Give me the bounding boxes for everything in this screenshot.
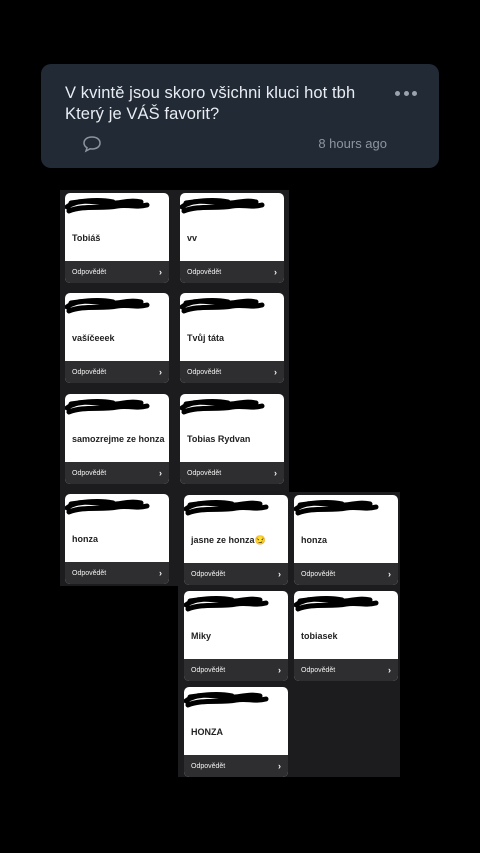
comment-bubble-icon[interactable] [82, 135, 102, 153]
chevron-right-icon: › [278, 760, 281, 771]
reply-label: Odpovědět [72, 569, 107, 577]
answer-text: honza [301, 535, 327, 545]
redacted-scribble [65, 398, 150, 415]
reply-button[interactable]: Odpovědět › [180, 261, 284, 283]
reply-button[interactable]: Odpovědět › [180, 462, 284, 484]
reply-button[interactable]: Odpovědět › [65, 462, 169, 484]
reply-label: Odpovědět [301, 570, 336, 578]
reply-label: Odpovědět [191, 570, 226, 578]
chevron-right-icon: › [159, 266, 162, 277]
answer-card[interactable]: Tobiáš Odpovědět › [65, 193, 169, 283]
chevron-right-icon: › [274, 266, 277, 277]
reply-button[interactable]: Odpovědět › [65, 261, 169, 283]
answer-card[interactable]: Tobias Rydvan Odpovědět › [180, 394, 284, 484]
answer-card[interactable]: vašíčeeek Odpovědět › [65, 293, 169, 383]
answer-card[interactable]: samozrejme ze honza Odpovědět › [65, 394, 169, 484]
reply-button[interactable]: Odpovědět › [294, 659, 398, 681]
redacted-scribble [184, 691, 269, 708]
answer-card[interactable]: jasne ze honza😏 Odpovědět › [184, 495, 288, 585]
question-line-1: V kvintě jsou skoro všichni kluci hot tb… [65, 84, 356, 102]
reply-label: Odpovědět [187, 268, 222, 276]
reply-button[interactable]: Odpovědět › [184, 755, 288, 777]
chevron-right-icon: › [159, 366, 162, 377]
answer-text: HONZA [191, 727, 223, 737]
question-text: V kvintě jsou skoro všichni kluci hot tb… [65, 83, 385, 125]
reply-button[interactable]: Odpovědět › [65, 562, 169, 584]
chevron-right-icon: › [274, 467, 277, 478]
answer-card[interactable]: Miky Odpovědět › [184, 591, 288, 681]
reply-label: Odpovědět [191, 666, 226, 674]
answer-card[interactable]: honza Odpovědět › [65, 494, 169, 584]
reply-button[interactable]: Odpovědět › [184, 659, 288, 681]
redacted-scribble [65, 498, 150, 515]
answer-card[interactable]: HONZA Odpovědět › [184, 687, 288, 777]
reply-label: Odpovědět [72, 368, 107, 376]
redacted-scribble [65, 297, 150, 314]
answer-card[interactable]: honza Odpovědět › [294, 495, 398, 585]
answer-text: samozrejme ze honza [72, 434, 165, 444]
reply-label: Odpovědět [72, 469, 107, 477]
redacted-scribble [65, 197, 150, 214]
reply-button[interactable]: Odpovědět › [65, 361, 169, 383]
more-horizontal-icon[interactable] [395, 88, 417, 98]
redacted-scribble [180, 197, 265, 214]
reply-label: Odpovědět [187, 469, 222, 477]
answer-card[interactable]: tobiasek Odpovědět › [294, 591, 398, 681]
reply-button[interactable]: Odpovědět › [184, 563, 288, 585]
redacted-scribble [180, 398, 265, 415]
answer-text: tobiasek [301, 631, 338, 641]
question-post: V kvintě jsou skoro všichni kluci hot tb… [41, 64, 439, 168]
redacted-scribble [294, 499, 379, 516]
redacted-scribble [180, 297, 265, 314]
chevron-right-icon: › [388, 568, 391, 579]
reply-button[interactable]: Odpovědět › [294, 563, 398, 585]
reply-button[interactable]: Odpovědět › [180, 361, 284, 383]
answer-text: Tobiáš [72, 233, 101, 243]
answer-card[interactable]: vv Odpovědět › [180, 193, 284, 283]
chevron-right-icon: › [278, 568, 281, 579]
answer-text: Miky [191, 631, 212, 641]
question-line-2: Který je VÁŠ favorit? [65, 105, 220, 123]
answer-card[interactable]: Tvůj táta Odpovědět › [180, 293, 284, 383]
post-timestamp: 8 hours ago [318, 136, 387, 151]
answer-text: Tobias Rydvan [187, 434, 251, 444]
reply-label: Odpovědět [187, 368, 222, 376]
redacted-scribble [184, 595, 269, 612]
chevron-right-icon: › [159, 567, 162, 578]
answer-text: vašíčeeek [72, 333, 115, 343]
chevron-right-icon: › [278, 664, 281, 675]
answer-text: honza [72, 534, 98, 544]
reply-label: Odpovědět [191, 762, 226, 770]
chevron-right-icon: › [159, 467, 162, 478]
chevron-right-icon: › [388, 664, 391, 675]
answer-text: vv [187, 233, 198, 243]
chevron-right-icon: › [274, 366, 277, 377]
answer-text: Tvůj táta [187, 333, 225, 343]
reply-label: Odpovědět [72, 268, 107, 276]
redacted-scribble [184, 499, 269, 516]
reply-label: Odpovědět [301, 666, 336, 674]
redacted-scribble [294, 595, 379, 612]
answer-text: jasne ze honza😏 [191, 535, 266, 545]
